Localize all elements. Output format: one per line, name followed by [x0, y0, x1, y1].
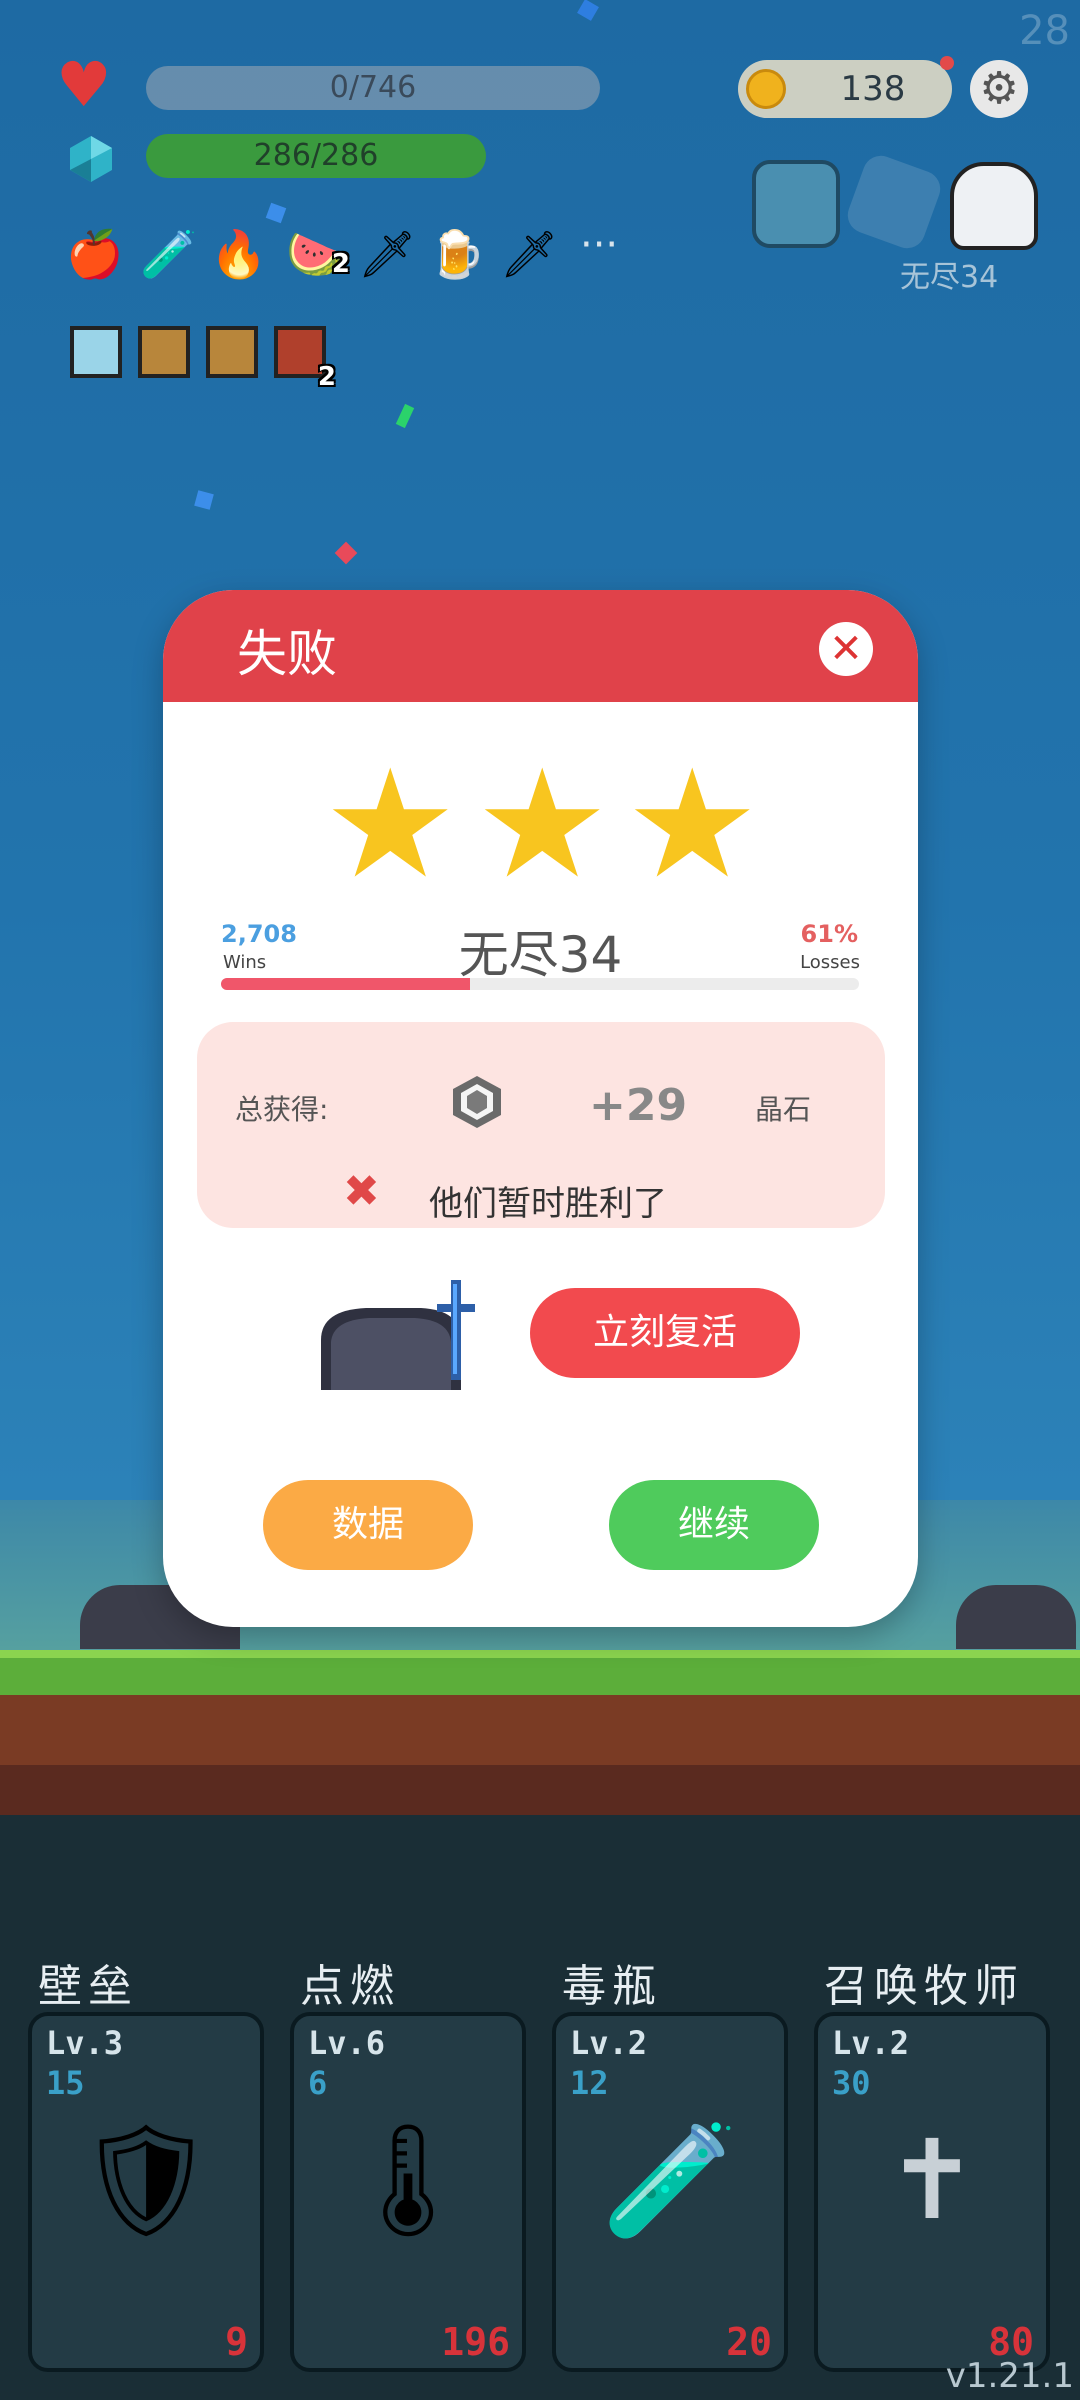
reward-label: 总获得:	[235, 1093, 329, 1126]
thermometer-icon: 🌡	[338, 2116, 478, 2244]
win-rate-bar	[221, 978, 859, 990]
skill-level: Lv.2	[570, 2024, 648, 2062]
shield-relic-icon[interactable]	[206, 326, 258, 378]
losses-label: Losses	[800, 952, 860, 973]
item-glyph: 🗡	[500, 227, 559, 281]
skill-value: 9	[225, 2320, 248, 2364]
crystal-icon	[66, 134, 116, 184]
version-label: v1.21.1	[945, 2356, 1074, 2396]
health-bar: 0/746	[146, 66, 600, 110]
cross-icon: ✖	[343, 1166, 380, 1217]
continue-button[interactable]: 继续	[609, 1480, 819, 1570]
apple-icon[interactable]: 🍎	[66, 225, 124, 283]
health-text: 0/746	[329, 70, 417, 105]
defeat-dialog: 失败 ✕ ★ ★ ★ 2,708 Wins 无尽34 61% Losses 总获…	[163, 590, 918, 1627]
dialog-title: 失败	[237, 625, 337, 683]
revive-button[interactable]: 立刻复活	[530, 1288, 800, 1378]
stats-button[interactable]: 数据	[263, 1480, 473, 1570]
defeat-message: 他们暂时胜利了	[429, 1184, 667, 1224]
item-glyph: 🍎	[66, 227, 124, 281]
skill-cost: 15	[46, 2064, 85, 2102]
ghost-enemy-icon[interactable]	[752, 160, 840, 248]
watermelon-icon[interactable]: 🍉 2	[286, 225, 350, 283]
cross-icon: ✝	[885, 2116, 979, 2244]
skill-name-poison: 毒瓶	[562, 1961, 662, 2012]
win-rate-fill	[221, 978, 470, 990]
losses-value: 61%	[800, 920, 858, 948]
skill-card-ignite[interactable]: Lv.6 6 🌡 196	[290, 2012, 526, 2372]
flame-relic-icon[interactable]: 2	[274, 326, 336, 392]
star-icon: ★	[625, 738, 760, 912]
deep-dirt	[0, 1765, 1080, 1815]
mana-text: 286/286	[253, 138, 379, 173]
star-icon: ★	[323, 738, 458, 912]
item-glyph: 🧪	[140, 227, 198, 281]
item-count-badge: 2	[331, 249, 350, 279]
skill-card-summon-priest[interactable]: Lv.2 30 ✝ 80	[814, 2012, 1050, 2372]
skill-card-bulwark[interactable]: Lv.3 15 🛡 9	[28, 2012, 264, 2372]
reward-unit: 晶石	[755, 1093, 812, 1126]
coin-icon	[746, 69, 786, 109]
slime-enemy-icon[interactable]	[950, 162, 1038, 250]
shield-relic-icon[interactable]	[138, 326, 190, 378]
crystal-icon	[449, 1074, 505, 1130]
skill-cost: 12	[570, 2064, 609, 2102]
more-items-icon[interactable]: ···	[580, 222, 618, 268]
heart-icon: ♥	[56, 48, 112, 121]
dirt-ground	[0, 1695, 1080, 1765]
potion-flag-icon[interactable]: 🧪	[140, 225, 198, 283]
tombstone	[956, 1585, 1076, 1649]
item-glyph: 🍺	[428, 227, 486, 281]
grass-ground	[0, 1650, 1080, 1695]
skill-level: Lv.2	[832, 2024, 910, 2062]
armor-icon: 🛡	[76, 2116, 216, 2244]
gravestone-sword-icon	[311, 1280, 481, 1390]
lightbulb-relic-icon[interactable]	[70, 326, 122, 378]
skill-card-poison[interactable]: Lv.2 12 🧪 20	[552, 2012, 788, 2372]
sword-icon[interactable]: 🗡	[500, 225, 558, 283]
reward-amount: +29	[589, 1080, 688, 1131]
relic-count-badge: 2	[317, 362, 336, 392]
notification-dot	[940, 56, 954, 70]
fire-ring-icon[interactable]: 🔥	[210, 225, 268, 283]
skill-level: Lv.3	[46, 2024, 124, 2062]
star-icon: ★	[475, 738, 610, 912]
skill-level: Lv.6	[308, 2024, 386, 2062]
coin-counter: 138	[738, 60, 952, 118]
skill-name-summon-priest: 召唤牧师	[824, 1961, 1024, 2012]
reward-box: 总获得: +29 晶石 ✖ 他们暂时胜利了	[197, 1022, 885, 1228]
skill-value: 20	[726, 2320, 772, 2364]
skill-name-ignite: 点燃	[300, 1961, 400, 2012]
close-icon[interactable]: ✕	[819, 622, 873, 676]
poison-flask-icon: 🧪	[601, 2116, 739, 2244]
skill-value: 196	[441, 2320, 510, 2364]
skill-cost: 30	[832, 2064, 871, 2102]
gear-icon[interactable]: ⚙	[970, 60, 1028, 118]
stage-label: 无尽34	[900, 260, 999, 295]
beer-icon[interactable]: 🍺	[428, 225, 486, 283]
item-glyph: 🗡	[358, 227, 417, 281]
coin-value: 138	[840, 69, 906, 109]
fps-counter: 28	[1019, 8, 1070, 54]
mana-bar: 286/286	[146, 134, 486, 178]
dagger-icon[interactable]: 🗡	[358, 225, 416, 283]
item-glyph: 🔥	[210, 227, 268, 281]
skill-name-bulwark: 壁垒	[38, 1961, 138, 2012]
skill-cost: 6	[308, 2064, 328, 2102]
